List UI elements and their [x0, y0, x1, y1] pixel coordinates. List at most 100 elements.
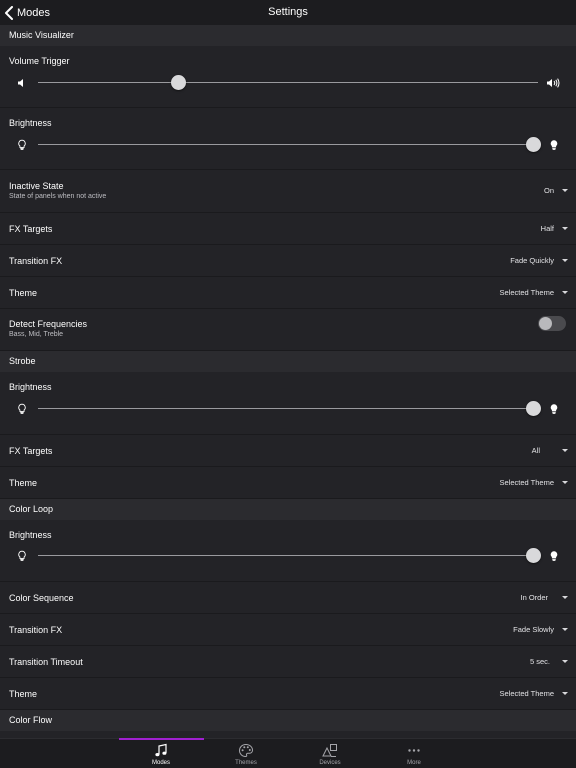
bulb-on-icon	[548, 139, 560, 151]
music-theme-label: Theme	[9, 288, 38, 298]
strobe-fx-targets-value: All	[531, 446, 540, 455]
music-fx-targets-label: FX Targets	[9, 224, 53, 234]
color-loop-transition-fx-dropdown[interactable]: Fade Slowly	[513, 625, 568, 634]
tab-label: Modes	[151, 760, 170, 766]
color-loop-brightness-row: Brightness	[0, 520, 576, 582]
bulb-off-icon	[16, 550, 28, 562]
detect-frequencies-toggle[interactable]	[538, 316, 566, 331]
bulb-on-icon	[548, 550, 560, 562]
toggle-knob	[539, 317, 552, 330]
strobe-brightness-slider-thumb[interactable]	[525, 401, 541, 416]
caret-down-icon	[562, 259, 568, 262]
color-loop-transition-fx-value: Fade Slowly	[513, 625, 554, 634]
tab-label: Devices	[319, 760, 341, 766]
volume-high-icon	[546, 77, 560, 89]
music-theme-value: Selected Theme	[499, 288, 554, 297]
inactive-state-subtitle: State of panels when not active	[9, 193, 107, 200]
music-transition-fx-value: Fade Quickly	[510, 256, 554, 265]
color-sequence-row[interactable]: Color Sequence In Order	[0, 582, 576, 614]
strobe-fx-targets-dropdown[interactable]: All	[532, 446, 568, 455]
detect-frequencies-label: Detect Frequencies	[9, 319, 88, 329]
music-brightness-slider[interactable]	[38, 137, 541, 152]
tab-label: More	[407, 760, 421, 766]
section-header-strobe: Strobe	[0, 351, 576, 372]
volume-trigger-label: Volume Trigger	[9, 56, 70, 66]
section-header-music-visualizer: Music Visualizer	[0, 25, 576, 46]
transition-timeout-row[interactable]: Transition Timeout 5 sec.	[0, 646, 576, 678]
tab-modes[interactable]: Modes	[119, 739, 203, 768]
color-loop-transition-fx-label: Transition FX	[9, 625, 63, 635]
tab-themes[interactable]: Themes	[204, 739, 288, 768]
settings-list[interactable]: Music Visualizer Volume Trigger Brightne…	[0, 25, 576, 738]
caret-down-icon	[562, 481, 568, 484]
color-loop-theme-value: Selected Theme	[499, 689, 554, 698]
music-theme-row[interactable]: Theme Selected Theme	[0, 277, 576, 309]
inactive-state-row[interactable]: Inactive State State of panels when not …	[0, 170, 576, 213]
tab-devices[interactable]: Devices	[288, 739, 372, 768]
volume-trigger-row: Volume Trigger	[0, 46, 576, 108]
music-theme-dropdown[interactable]: Selected Theme	[500, 288, 568, 297]
music-brightness-row: Brightness	[0, 108, 576, 170]
color-loop-transition-fx-row[interactable]: Transition FX Fade Slowly	[0, 614, 576, 646]
page-title: Settings	[268, 6, 308, 18]
inactive-state-value: On	[543, 186, 554, 195]
music-note-icon	[153, 743, 169, 758]
caret-down-icon	[562, 660, 568, 663]
caret-down-icon	[562, 449, 568, 452]
section-title: Strobe	[9, 356, 36, 366]
volume-trigger-slider-thumb[interactable]	[170, 75, 186, 90]
caret-down-icon	[562, 628, 568, 631]
music-fx-targets-value: Half	[540, 224, 554, 233]
color-flow-row-partial	[0, 731, 576, 738]
inactive-state-label: Inactive State	[9, 181, 64, 191]
color-loop-brightness-slider-thumb[interactable]	[525, 548, 541, 563]
music-fx-targets-dropdown[interactable]: Half	[541, 224, 568, 233]
detect-frequencies-row: Detect Frequencies Bass, Mid, Treble	[0, 309, 576, 351]
detect-frequencies-subtitle: Bass, Mid, Treble	[9, 331, 64, 338]
strobe-theme-row[interactable]: Theme Selected Theme	[0, 467, 576, 499]
caret-down-icon	[562, 291, 568, 294]
section-title: Color Flow	[9, 715, 53, 725]
section-title: Color Loop	[9, 504, 54, 514]
strobe-brightness-label: Brightness	[9, 382, 52, 392]
section-header-color-loop: Color Loop	[0, 499, 576, 520]
bulb-off-icon	[16, 403, 28, 415]
volume-trigger-slider[interactable]	[38, 75, 538, 90]
color-loop-theme-dropdown[interactable]: Selected Theme	[500, 689, 568, 698]
strobe-brightness-slider[interactable]	[38, 401, 541, 416]
inactive-state-dropdown[interactable]: On	[544, 186, 568, 195]
color-loop-brightness-slider[interactable]	[38, 548, 541, 563]
transition-timeout-value: 5 sec.	[529, 657, 550, 666]
palette-icon	[238, 743, 254, 758]
color-loop-brightness-label: Brightness	[9, 530, 52, 540]
music-transition-fx-dropdown[interactable]: Fade Quickly	[510, 256, 568, 265]
strobe-theme-dropdown[interactable]: Selected Theme	[500, 478, 568, 487]
music-brightness-slider-thumb[interactable]	[525, 137, 541, 152]
tab-more[interactable]: More	[372, 739, 456, 768]
more-icon	[406, 743, 422, 758]
bulb-off-icon	[16, 139, 28, 151]
transition-timeout-label: Transition Timeout	[9, 657, 83, 667]
tab-label: Themes	[235, 760, 257, 766]
music-fx-targets-row[interactable]: FX Targets Half	[0, 213, 576, 245]
color-sequence-label: Color Sequence	[9, 593, 74, 603]
color-sequence-value: In Order	[520, 593, 548, 602]
navigation-bar: Modes Settings	[0, 0, 576, 25]
caret-down-icon	[562, 189, 568, 192]
bulb-on-icon	[548, 403, 560, 415]
color-loop-theme-label: Theme	[9, 689, 38, 699]
caret-down-icon	[562, 596, 568, 599]
strobe-theme-label: Theme	[9, 478, 38, 488]
devices-icon	[322, 743, 338, 758]
color-sequence-dropdown[interactable]: In Order	[520, 593, 568, 602]
tab-bar: Modes Themes Devices More	[0, 738, 576, 768]
strobe-brightness-row: Brightness	[0, 372, 576, 435]
strobe-theme-value: Selected Theme	[499, 478, 554, 487]
caret-down-icon	[562, 227, 568, 230]
strobe-fx-targets-row[interactable]: FX Targets All	[0, 435, 576, 467]
transition-timeout-dropdown[interactable]: 5 sec.	[530, 657, 568, 666]
section-title: Music Visualizer	[9, 30, 74, 40]
strobe-fx-targets-label: FX Targets	[9, 446, 53, 456]
color-loop-theme-row[interactable]: Theme Selected Theme	[0, 678, 576, 710]
music-transition-fx-row[interactable]: Transition FX Fade Quickly	[0, 245, 576, 277]
